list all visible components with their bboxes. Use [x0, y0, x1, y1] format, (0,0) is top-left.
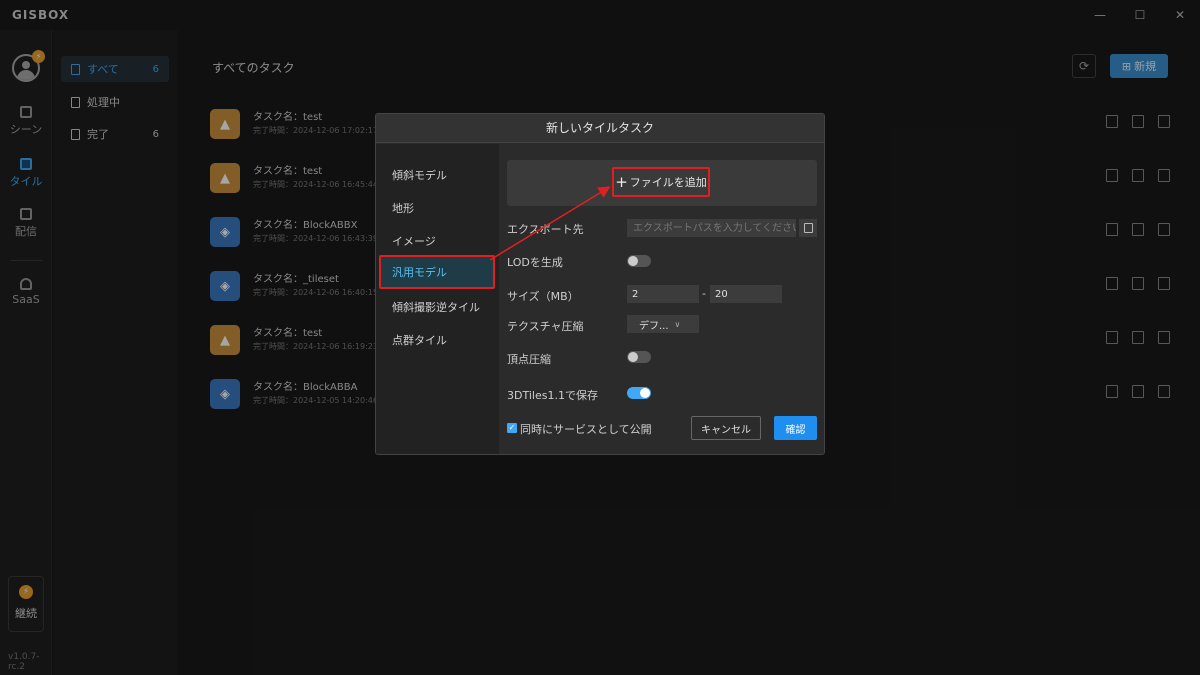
vertex-compression-toggle[interactable] — [627, 351, 651, 363]
save-3dtiles11-label: 3DTiles1.1で保存 — [507, 389, 598, 402]
dialog-form: + ファイルを追加 エクスポート先 LODを生成 サイズ（MB） - テクスチャ… — [499, 144, 824, 454]
export-path-label: エクスポート先 — [507, 223, 584, 236]
tile-type-menu: 傾斜モデル 地形 イメージ 汎用モデル 傾斜撮影逆タイル 点群タイル — [376, 144, 499, 454]
add-file-button[interactable]: + ファイルを追加 — [612, 167, 710, 197]
vertex-compression-label: 頂点圧縮 — [507, 353, 551, 366]
publish-service-label: 同時にサービスとして公開 — [520, 423, 652, 436]
size-max-input[interactable] — [710, 285, 782, 303]
new-tile-task-dialog: 新しいタイルタスク 傾斜モデル 地形 イメージ 汎用モデル 傾斜撮影逆タイル 点… — [375, 113, 825, 455]
folder-icon — [803, 223, 813, 233]
range-separator: - — [702, 287, 706, 300]
browse-folder-button[interactable] — [799, 219, 817, 237]
publish-service-checkbox[interactable]: ✓ — [507, 423, 517, 433]
texture-compression-label: テクスチャ圧縮 — [507, 320, 584, 333]
cancel-button[interactable]: キャンセル — [691, 416, 761, 440]
menu-item-terrain[interactable]: 地形 — [392, 200, 414, 216]
add-file-label: ファイルを追加 — [629, 176, 707, 189]
menu-item-point-cloud-tile[interactable]: 点群タイル — [392, 332, 447, 348]
lod-toggle[interactable] — [627, 255, 651, 267]
chevron-down-icon: ∨ — [674, 319, 681, 329]
file-drop-area[interactable]: + ファイルを追加 — [507, 160, 817, 206]
size-label: サイズ（MB） — [507, 290, 579, 303]
lod-label: LODを生成 — [507, 256, 563, 269]
save-3dtiles11-toggle[interactable] — [627, 387, 651, 399]
texture-compression-select[interactable]: デフ... ∨ — [627, 315, 699, 333]
menu-item-general-model[interactable]: 汎用モデル — [379, 255, 495, 289]
menu-item-oblique-model[interactable]: 傾斜モデル — [392, 167, 447, 183]
confirm-button[interactable]: 確認 — [774, 416, 817, 440]
size-min-input[interactable] — [627, 285, 699, 303]
menu-item-label: 汎用モデル — [392, 266, 447, 279]
dialog-title: 新しいタイルタスク — [376, 114, 824, 143]
menu-item-oblique-reverse-tile[interactable]: 傾斜撮影逆タイル — [392, 299, 480, 315]
menu-item-imagery[interactable]: イメージ — [392, 233, 436, 249]
export-path-input[interactable] — [627, 219, 796, 237]
select-value: デフ... — [639, 320, 669, 332]
plus-icon: + — [615, 173, 628, 191]
